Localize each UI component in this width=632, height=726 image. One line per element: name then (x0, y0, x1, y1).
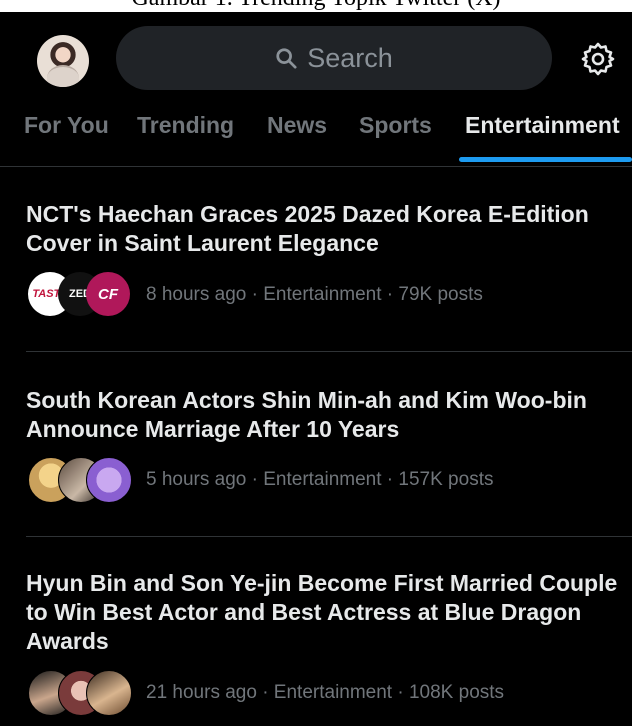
trend-meta: 8 hours ago · Entertainment · 79K posts (146, 284, 483, 305)
top-bar: Search (0, 12, 632, 108)
trend-item[interactable]: South Korean Actors Shin Min-ah and Kim … (0, 352, 632, 536)
tab-news[interactable]: News (267, 112, 327, 139)
caption-text: Gambar 1. Trending Topik Twitter (X) (0, 0, 632, 12)
search-placeholder: Search (307, 42, 393, 73)
tab-for-you[interactable]: For You (24, 112, 109, 139)
trend-title[interactable]: NCT's Haechan Graces 2025 Dazed Korea E-… (26, 200, 626, 258)
search-bar[interactable]: Search (116, 26, 552, 90)
active-tab-indicator (459, 157, 632, 162)
trend-item[interactable]: NCT's Haechan Graces 2025 Dazed Korea E-… (0, 166, 632, 352)
avatar[interactable] (37, 35, 89, 87)
document-caption: Gambar 1. Trending Topik Twitter (X) (0, 0, 632, 12)
source-facepile: TASTE ZED CF (28, 272, 138, 318)
trend-meta: 21 hours ago · Entertainment · 108K post… (146, 682, 505, 703)
tab-sports[interactable]: Sports (359, 112, 432, 139)
trend-item[interactable]: Hyun Bin and Son Ye-jin Become First Mar… (0, 537, 632, 726)
search-icon (276, 48, 297, 69)
source-logo: CF (86, 272, 130, 316)
source-avatar (86, 457, 132, 503)
trend-title[interactable]: South Korean Actors Shin Min-ah and Kim … (26, 386, 626, 444)
source-facepile (28, 457, 138, 503)
tab-bar: For You Trending News Sports Entertainme… (0, 108, 632, 167)
source-facepile (28, 670, 138, 716)
tab-entertainment[interactable]: Entertainment (465, 112, 620, 139)
trend-meta: 5 hours ago · Entertainment · 157K posts (146, 469, 494, 490)
tab-trending[interactable]: Trending (137, 112, 234, 139)
gear-icon[interactable] (580, 41, 616, 77)
source-avatar (86, 670, 132, 716)
trend-title[interactable]: Hyun Bin and Son Ye-jin Become First Mar… (26, 569, 626, 656)
